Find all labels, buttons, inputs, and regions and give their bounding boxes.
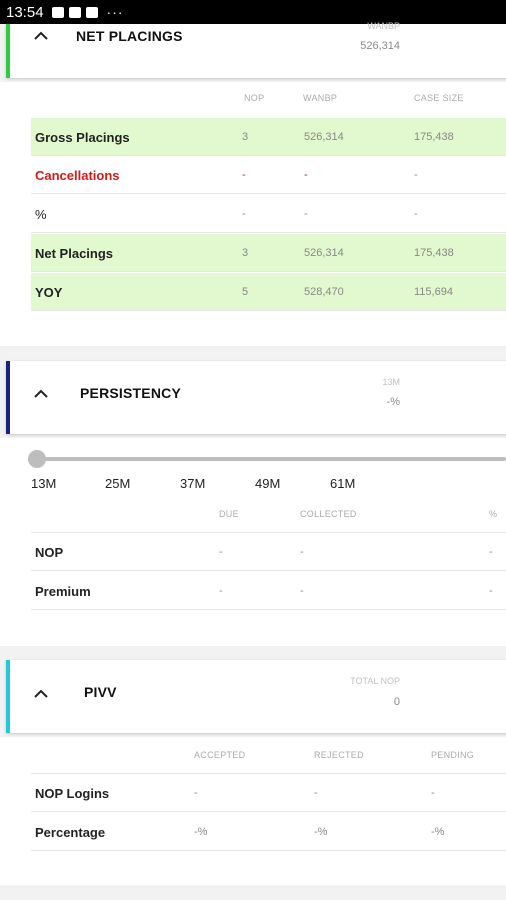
slider-tick-label: 49M: [255, 476, 281, 491]
column-header-due: DUE: [219, 509, 239, 519]
pivv-accent: [6, 660, 10, 733]
persistency-header-row: DUE COLLECTED %: [31, 495, 506, 533]
table-row: % - - -: [31, 195, 506, 233]
chevron-up-icon[interactable]: [34, 689, 48, 698]
persistency-card[interactable]: PERSISTENCY 13M -%: [6, 361, 506, 434]
pending-value: -: [431, 787, 435, 799]
case-size-value: -: [414, 169, 418, 181]
pivv-title: PIVV: [84, 684, 117, 700]
nop-value: 3: [242, 131, 249, 143]
wanbp-value: 526,314: [304, 247, 344, 259]
gallery-icon: [68, 6, 81, 18]
column-header-collected: COLLECTED: [300, 509, 357, 519]
wanbp-value: 526,314: [304, 131, 344, 143]
collected-value: -: [300, 585, 304, 597]
youtube-icon: [85, 6, 98, 18]
rejected-value: -%: [314, 826, 328, 838]
wanbp-value: -: [304, 169, 308, 181]
pivv-metric-label: TOTAL NOP: [350, 676, 400, 686]
column-header-nop: NOP: [244, 93, 265, 103]
status-time: 13:54: [6, 3, 44, 21]
row-label: Premium: [35, 584, 91, 599]
case-size-value: 115,694: [414, 286, 453, 298]
persistency-slider-track[interactable]: [31, 457, 506, 461]
persistency-title: PERSISTENCY: [80, 385, 181, 401]
table-row: NOP - - -: [31, 533, 506, 571]
net-placings-metric-value: 526,314: [360, 40, 400, 52]
row-label: NOP Logins: [35, 786, 110, 801]
pivv-card[interactable]: PIVV TOTAL NOP 0: [6, 660, 506, 733]
table-row: Net Placings 3 526,314 175,438: [31, 234, 506, 272]
persistency-metric-label: 13M: [382, 377, 400, 387]
rejected-value: -: [314, 787, 318, 799]
more-notifications-icon: ···: [106, 4, 124, 20]
column-header-percent: %: [489, 509, 498, 519]
nop-value: 3: [242, 247, 249, 259]
row-label: YOY: [35, 285, 63, 300]
column-header-wanbp: WANBP: [303, 93, 338, 103]
row-label: Percentage: [35, 825, 106, 840]
persistency-slider-thumb[interactable]: [28, 450, 46, 468]
pivv-metric-value: 0: [393, 696, 400, 708]
accepted-value: -%: [194, 826, 208, 838]
column-header-pending: PENDING: [431, 750, 475, 760]
wanbp-value: 528,470: [304, 286, 344, 298]
net-placings-table: NOP WANBP CASE SIZE Gross Placings 3 526…: [0, 82, 506, 346]
nop-value: -: [242, 208, 246, 220]
table-row: NOP Logins - - -: [31, 774, 506, 812]
net-placings-card[interactable]: NET PLACINGS WANBP 526,314: [6, 21, 506, 78]
persistency-accent: [6, 361, 10, 434]
slider-tick-label: 61M: [330, 476, 356, 491]
slider-tick-label: 37M: [180, 476, 206, 491]
table-row: Percentage -% -% -%: [31, 813, 506, 851]
nop-value: 5: [242, 286, 249, 298]
column-header-accepted: ACCEPTED: [194, 750, 246, 760]
status-bar: 13:54 ···: [0, 0, 506, 24]
row-label: NOP: [35, 545, 64, 560]
chevron-up-icon[interactable]: [34, 31, 48, 40]
row-label: Cancellations: [35, 168, 120, 183]
net-placings-title: NET PLACINGS: [76, 28, 183, 44]
case-size-value: 175,438: [414, 247, 454, 259]
percent-value: -: [489, 585, 493, 597]
image-icon: [51, 6, 64, 18]
column-header-rejected: REJECTED: [314, 750, 364, 760]
persistency-metric-value: -%: [386, 396, 400, 408]
pending-value: -%: [431, 826, 445, 838]
wanbp-value: -: [304, 208, 308, 220]
collected-value: -: [300, 546, 304, 558]
net-placings-metric-label: WANBP: [367, 21, 400, 31]
due-value: -: [219, 585, 223, 597]
pivv-header-row: ACCEPTED REJECTED PENDING: [31, 736, 506, 774]
row-label: %: [35, 207, 47, 222]
due-value: -: [219, 546, 223, 558]
case-size-value: -: [414, 208, 418, 220]
net-placings-accent: [6, 24, 10, 78]
table-row: YOY 5 528,470 115,694: [31, 273, 506, 311]
case-size-value: 175,438: [414, 131, 454, 143]
slider-tick-label: 13M: [31, 476, 57, 491]
table-row: Cancellations - - -: [31, 156, 506, 194]
row-label: Gross Placings: [35, 130, 130, 145]
column-header-case-size: CASE SIZE: [414, 93, 464, 103]
slider-tick-label: 25M: [105, 476, 131, 491]
row-label: Net Placings: [35, 246, 114, 261]
accepted-value: -: [194, 787, 198, 799]
chevron-up-icon[interactable]: [34, 389, 48, 398]
table-row: Gross Placings 3 526,314 175,438: [31, 118, 506, 156]
percent-value: -: [489, 546, 493, 558]
nop-value: -: [242, 169, 246, 181]
table-row: Premium - - -: [31, 572, 506, 610]
